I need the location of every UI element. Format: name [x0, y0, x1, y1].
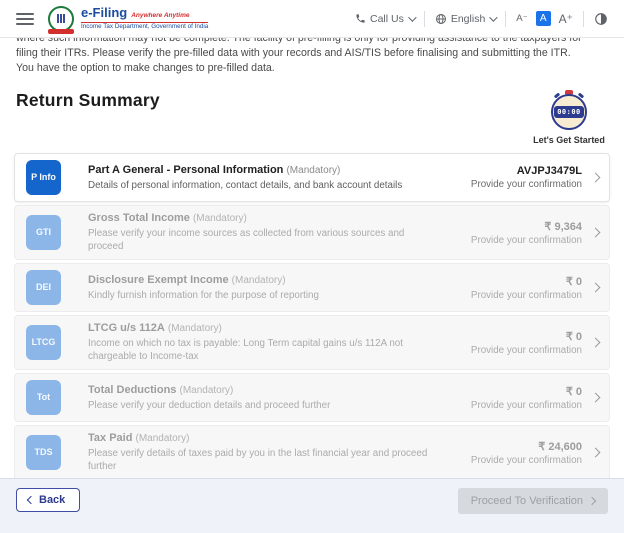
section-description: Please verify your deduction details and…	[88, 399, 438, 412]
chevron-right-icon	[591, 448, 601, 458]
section-description: Income on which no tax is payable: Long …	[88, 337, 438, 363]
confirmation-label: Provide your confirmation	[471, 235, 582, 246]
section-value: AVJPJ3479L	[471, 165, 582, 177]
section-title: Total Deductions (Mandatory)	[88, 384, 438, 396]
language-menu[interactable]: English	[435, 13, 495, 25]
summary-row[interactable]: GTI Gross Total Income (Mandatory) Pleas…	[14, 205, 610, 260]
section-title: Disclosure Exempt Income (Mandatory)	[88, 274, 438, 286]
section-value: ₹ 0	[471, 330, 582, 343]
section-badge: GTI	[26, 215, 61, 250]
section-description: Details of personal information, contact…	[88, 179, 438, 192]
contrast-toggle-icon[interactable]	[594, 12, 608, 26]
summary-row[interactable]: LTCG LTCG u/s 112A (Mandatory) Income on…	[14, 315, 610, 370]
call-us-label: Call Us	[370, 13, 404, 25]
page-title: Return Summary	[16, 90, 160, 111]
section-badge: LTCG	[26, 325, 61, 360]
govt-emblem-icon	[48, 6, 74, 32]
phone-icon	[355, 13, 366, 24]
efiling-logo: e-Filing Anywhere Anytime Income Tax Dep…	[48, 6, 208, 32]
divider	[583, 11, 584, 27]
section-badge: Tot	[26, 380, 61, 415]
divider	[424, 11, 425, 27]
chevron-left-icon	[27, 496, 35, 504]
section-title: Tax Paid (Mandatory)	[88, 432, 438, 444]
font-decrease-button[interactable]: A⁻	[516, 13, 527, 24]
brand-name: e-Filing	[81, 6, 127, 20]
hamburger-menu-icon[interactable]	[16, 13, 34, 25]
chevron-down-icon	[408, 13, 416, 21]
get-started-label: Let's Get Started	[533, 135, 605, 145]
section-description: Please verify your income sources as col…	[88, 227, 438, 253]
section-value: ₹ 24,600	[471, 440, 582, 453]
top-navbar: e-Filing Anywhere Anytime Income Tax Dep…	[0, 0, 624, 38]
brand-tagline: Anywhere Anytime	[131, 12, 189, 19]
proceed-to-verification-button[interactable]: Proceed To Verification	[458, 488, 608, 514]
chevron-right-icon	[591, 338, 601, 348]
confirmation-label: Provide your confirmation	[471, 455, 582, 466]
chevron-right-icon	[591, 173, 601, 183]
summary-list: P Info Part A General - Personal Informa…	[14, 153, 610, 532]
confirmation-label: Provide your confirmation	[471, 179, 582, 190]
summary-row[interactable]: P Info Part A General - Personal Informa…	[14, 153, 610, 202]
confirmation-label: Provide your confirmation	[471, 290, 582, 301]
confirmation-label: Provide your confirmation	[471, 345, 582, 356]
section-badge: DEI	[26, 270, 61, 305]
action-bar: Back Proceed To Verification	[0, 478, 624, 533]
section-description: Please verify details of taxes paid by y…	[88, 447, 438, 473]
chevron-down-icon	[489, 13, 497, 21]
globe-icon	[435, 13, 447, 25]
font-size-controls: A⁻ A A⁺	[516, 11, 573, 26]
confirmation-label: Provide your confirmation	[471, 400, 582, 411]
section-badge: P Info	[26, 160, 61, 195]
divider	[505, 11, 506, 27]
chevron-right-icon	[588, 497, 596, 505]
section-title: Gross Total Income (Mandatory)	[88, 212, 438, 224]
language-label: English	[451, 13, 485, 25]
chevron-right-icon	[591, 228, 601, 238]
stopwatch-icon: 00:00	[550, 90, 588, 132]
section-title: LTCG u/s 112A (Mandatory)	[88, 322, 438, 334]
chevron-right-icon	[591, 393, 601, 403]
section-value: ₹ 9,364	[471, 220, 582, 233]
back-button[interactable]: Back	[16, 488, 80, 512]
section-badge: TDS	[26, 435, 61, 470]
summary-row[interactable]: DEI Disclosure Exempt Income (Mandatory)…	[14, 263, 610, 312]
section-description: Kindly furnish information for the purpo…	[88, 289, 438, 302]
brand-subtitle: Income Tax Department, Government of Ind…	[81, 24, 208, 31]
font-increase-button[interactable]: A⁺	[559, 12, 573, 26]
section-value: ₹ 0	[471, 385, 582, 398]
summary-row[interactable]: TDS Tax Paid (Mandatory) Please verify d…	[14, 425, 610, 480]
summary-row[interactable]: Tot Total Deductions (Mandatory) Please …	[14, 373, 610, 422]
chevron-right-icon	[591, 283, 601, 293]
timer-value: 00:00	[554, 106, 584, 118]
font-normal-button[interactable]: A	[536, 11, 551, 26]
section-value: ₹ 0	[471, 275, 582, 288]
session-timer: 00:00 Let's Get Started	[530, 90, 608, 145]
section-title: Part A General - Personal Information (M…	[88, 164, 438, 176]
call-us-menu[interactable]: Call Us	[355, 13, 414, 25]
